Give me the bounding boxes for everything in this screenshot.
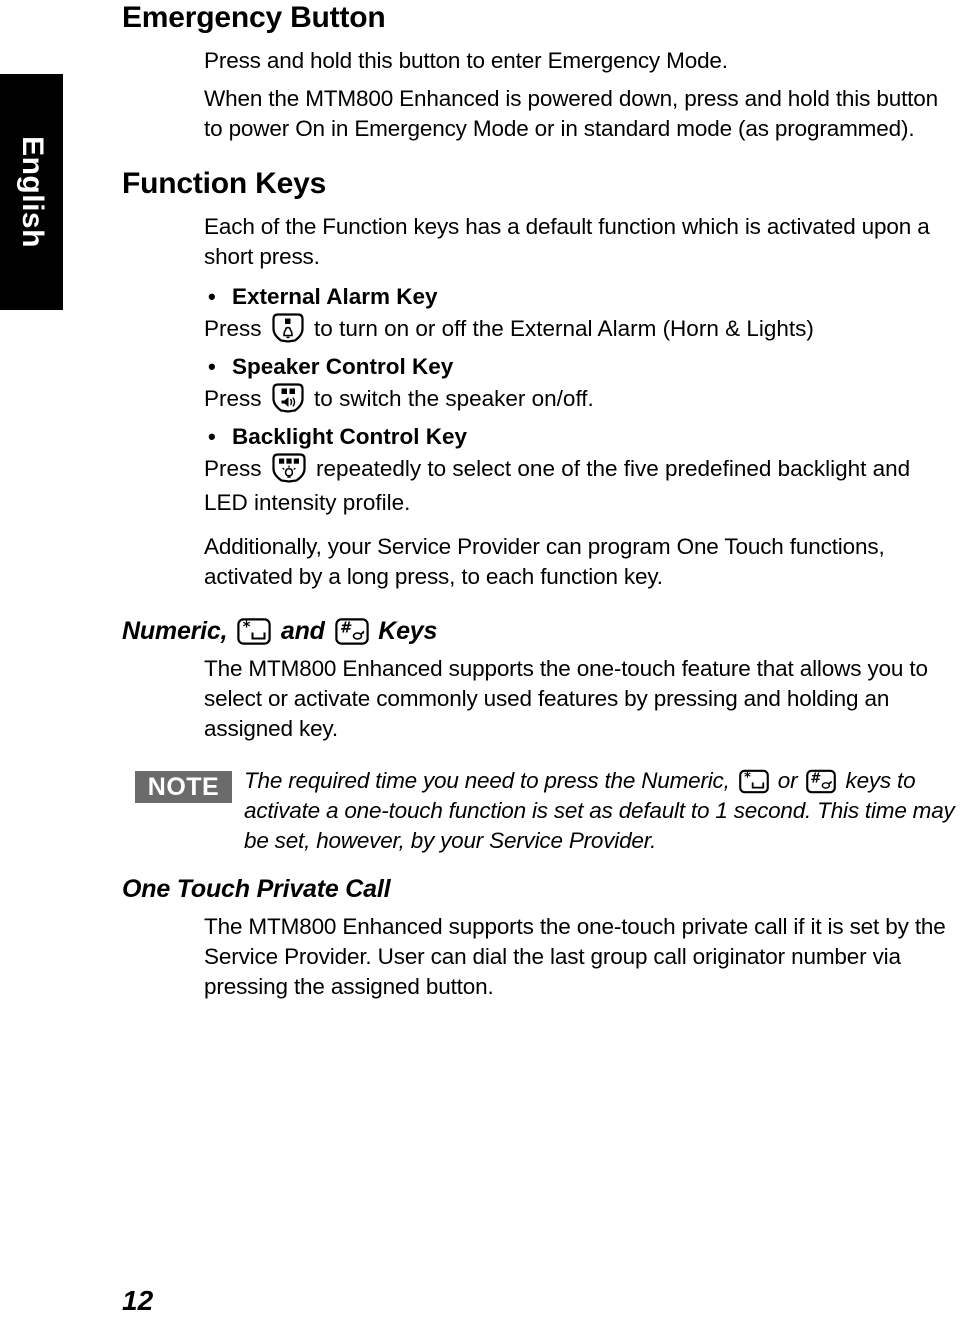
- heading-numeric-part-3: Keys: [378, 617, 438, 645]
- heading-numeric-part-2: and: [280, 617, 325, 645]
- svg-text:#: #: [339, 619, 351, 637]
- one-touch-private-call-paragraph: The MTM800 Enhanced supports the one-tou…: [204, 914, 946, 999]
- heading-function-keys: Function Keys: [122, 167, 327, 200]
- external-alarm-key-icon[interactable]: [271, 313, 305, 343]
- svg-text:*: *: [744, 771, 751, 786]
- heading-one-touch-private-call: One Touch Private Call: [122, 875, 391, 903]
- press-word-external-alarm: Press: [204, 316, 262, 341]
- hash-key-icon[interactable]: #: [806, 769, 837, 794]
- note-badge: NOTE: [135, 771, 232, 803]
- bullet-dot-icon: •: [208, 284, 216, 309]
- note-text-part-2: or: [777, 768, 798, 793]
- svg-text:#: #: [811, 771, 822, 786]
- heading-emergency-button: Emergency Button: [122, 1, 386, 34]
- description-backlight-control-key: repeatedly to select one of the five pre…: [204, 456, 911, 515]
- bullet-dot-icon: •: [208, 354, 216, 379]
- heading-numeric-part-1: Numeric,: [122, 617, 228, 645]
- language-tab-label: English: [15, 136, 49, 248]
- note-text-part-1: The required time you need to press the …: [244, 768, 730, 793]
- bullet-label-backlight-control-key: Backlight Control Key: [232, 424, 468, 449]
- bullet-backlight-control-key: • Backlight Control Key: [208, 422, 960, 452]
- bullet-speaker-control-key: • Speaker Control Key: [208, 352, 960, 382]
- press-word-backlight-control: Press: [204, 456, 262, 481]
- note-block: NOTE The required time you need to press…: [122, 766, 960, 858]
- page-number: 12: [122, 1285, 154, 1316]
- description-external-alarm-key: to turn on or off the External Alarm (Ho…: [314, 316, 814, 341]
- emergency-button-paragraph-1: Press and hold this button to enter Emer…: [204, 48, 728, 73]
- press-line-speaker-control-key: Press to switch the speaker on/off.: [204, 382, 960, 416]
- function-keys-intro: Each of the Function keys has a default …: [204, 214, 930, 269]
- bullet-external-alarm-key: • External Alarm Key: [208, 282, 960, 312]
- speaker-control-key-icon[interactable]: [271, 383, 305, 413]
- press-line-external-alarm-key: Press to turn on or off the External Ala…: [204, 312, 960, 346]
- numeric-keys-paragraph: The MTM800 Enhanced supports the one-tou…: [204, 656, 928, 741]
- star-key-icon[interactable]: *: [738, 769, 769, 794]
- hash-key-icon[interactable]: #: [334, 618, 369, 645]
- bullet-dot-icon: •: [208, 424, 216, 449]
- emergency-button-paragraph-2: When the MTM800 Enhanced is powered down…: [204, 86, 938, 141]
- press-word-speaker-control: Press: [204, 386, 262, 411]
- star-key-icon[interactable]: *: [237, 618, 271, 645]
- heading-numeric-keys: Numeric, * and # Keys: [122, 614, 960, 648]
- press-line-backlight-control-key: Press repeatedly to select one of the fi…: [204, 452, 960, 520]
- svg-text:*: *: [243, 618, 251, 636]
- bullet-label-speaker-control-key: Speaker Control Key: [232, 354, 454, 379]
- description-speaker-control-key: to switch the speaker on/off.: [314, 386, 594, 411]
- page-content: Emergency Button Press and hold this but…: [122, 0, 960, 1002]
- backlight-control-key-icon[interactable]: [271, 453, 307, 483]
- function-keys-closing: Additionally, your Service Provider can …: [204, 534, 885, 589]
- bullet-label-external-alarm-key: External Alarm Key: [232, 284, 438, 309]
- language-tab: English: [0, 74, 63, 310]
- note-text: The required time you need to press the …: [244, 766, 960, 856]
